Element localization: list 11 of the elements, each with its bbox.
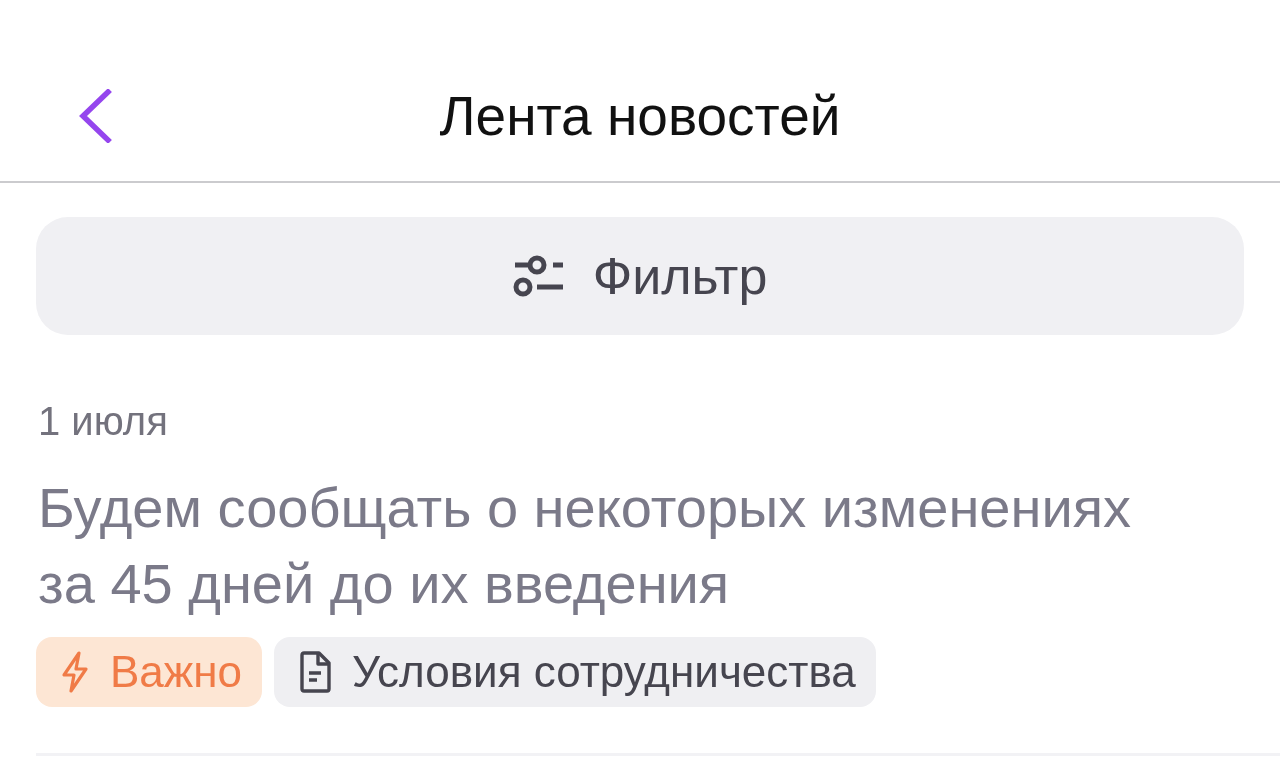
news-headline: Будем сообщать о некоторых изменениях за 45 дней до их введения (38, 475, 1133, 617)
sliders-icon (512, 254, 565, 298)
lightning-icon (60, 651, 90, 693)
important-tag: Важно (36, 637, 263, 707)
page-title: Лента новостей (439, 83, 841, 148)
news-date: 1 июля (38, 398, 169, 445)
category-tag: Условия сотрудничества (274, 637, 876, 707)
document-icon (298, 651, 333, 693)
back-button[interactable] (78, 88, 112, 143)
filter-button[interactable]: Фильтр (36, 217, 1244, 335)
back-chevron-icon (78, 88, 112, 143)
